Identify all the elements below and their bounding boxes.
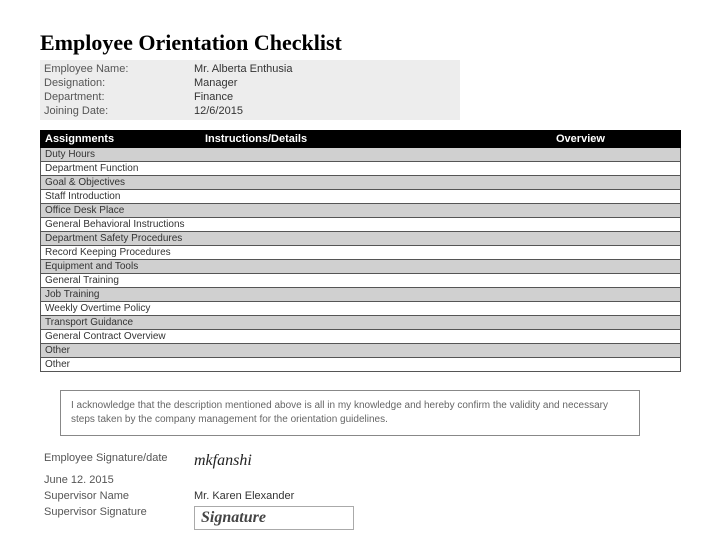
overview-cell [556,261,676,272]
assignment-cell: Department Function [45,163,205,174]
employee-info-block: Employee Name: Mr. Alberta Enthusia Desi… [40,60,460,120]
checklist-row: Record Keeping Procedures [40,246,681,260]
checklist-row: Other [40,358,681,372]
checklist-row: Department Function [40,162,681,176]
instructions-cell [205,163,556,174]
sig-row-employee: Employee Signature/date mkfanshi [40,450,681,472]
assignment-cell: Staff Introduction [45,191,205,202]
supervisor-name: Mr. Karen Elexander [194,490,294,502]
assignment-cell: Duty Hours [45,149,205,160]
sig-label: Supervisor Name [44,490,194,502]
instructions-cell [205,345,556,356]
overview-cell [556,303,676,314]
checklist-body: Duty Hours Department Function Goal & Obje… [40,148,681,372]
col-assignments: Assignments [45,133,205,145]
checklist-row: Other [40,344,681,358]
instructions-cell [205,149,556,160]
info-row-joining-date: Joining Date: 12/6/2015 [40,104,460,118]
employee-signature: mkfanshi [194,452,252,470]
info-row-designation: Designation: Manager [40,76,460,90]
checklist-row: Equipment and Tools [40,260,681,274]
instructions-cell [205,247,556,258]
assignment-cell: Goal & Objectives [45,177,205,188]
instructions-cell [205,219,556,230]
info-label: Department: [44,91,194,103]
col-instructions: Instructions/Details [205,133,556,145]
checklist-row: Job Training [40,288,681,302]
overview-cell [556,191,676,202]
overview-cell [556,247,676,258]
info-label: Employee Name: [44,63,194,75]
info-value: 12/6/2015 [194,105,243,117]
checklist-row: General Contract Overview [40,330,681,344]
col-overview: Overview [556,133,676,145]
signature-box: Signature [194,506,354,530]
signature-placeholder: Signature [201,509,266,527]
overview-cell [556,331,676,342]
checklist-row: General Behavioral Instructions [40,218,681,232]
checklist-header: Assignments Instructions/Details Overvie… [40,130,681,148]
instructions-cell [205,233,556,244]
instructions-cell [205,275,556,286]
overview-cell [556,289,676,300]
info-value: Mr. Alberta Enthusia [194,63,292,75]
assignment-cell: General Training [45,275,205,286]
checklist-row: Goal & Objectives [40,176,681,190]
checklist-row: Weekly Overtime Policy [40,302,681,316]
info-row-name: Employee Name: Mr. Alberta Enthusia [40,62,460,76]
instructions-cell [205,317,556,328]
sig-label: Employee Signature/date [44,452,194,470]
instructions-cell [205,261,556,272]
info-row-department: Department: Finance [40,90,460,104]
sig-row-supervisor-sig: Supervisor Signature Signature [40,504,681,532]
overview-cell [556,177,676,188]
assignment-cell: Other [45,359,205,370]
checklist-row: Transport Guidance [40,316,681,330]
sig-row-date: June 12. 2015 [40,472,681,488]
instructions-cell [205,303,556,314]
checklist-row: Duty Hours [40,148,681,162]
instructions-cell [205,191,556,202]
overview-cell [556,163,676,174]
checklist-row: Staff Introduction [40,190,681,204]
assignment-cell: Record Keeping Procedures [45,247,205,258]
assignment-cell: Job Training [45,289,205,300]
overview-cell [556,345,676,356]
info-label: Designation: [44,77,194,89]
checklist-row: Department Safety Procedures [40,232,681,246]
signature-area: Employee Signature/date mkfanshi June 12… [40,450,681,532]
checklist-row: General Training [40,274,681,288]
instructions-cell [205,289,556,300]
overview-cell [556,205,676,216]
instructions-cell [205,205,556,216]
overview-cell [556,275,676,286]
instructions-cell [205,331,556,342]
assignment-cell: Office Desk Place [45,205,205,216]
assignment-cell: Weekly Overtime Policy [45,303,205,314]
instructions-cell [205,177,556,188]
assignment-cell: Other [45,345,205,356]
overview-cell [556,233,676,244]
page-title: Employee Orientation Checklist [40,30,681,56]
instructions-cell [205,359,556,370]
assignment-cell: Department Safety Procedures [45,233,205,244]
assignment-cell: General Contract Overview [45,331,205,342]
overview-cell [556,219,676,230]
assignment-cell: General Behavioral Instructions [45,219,205,230]
info-value: Finance [194,91,233,103]
sig-date: June 12. 2015 [44,474,194,486]
info-label: Joining Date: [44,105,194,117]
overview-cell [556,359,676,370]
overview-cell [556,149,676,160]
acknowledgement-box: I acknowledge that the description menti… [60,390,640,436]
sig-row-supervisor-name: Supervisor Name Mr. Karen Elexander [40,488,681,504]
assignment-cell: Equipment and Tools [45,261,205,272]
checklist-row: Office Desk Place [40,204,681,218]
assignment-cell: Transport Guidance [45,317,205,328]
sig-label: Supervisor Signature [44,506,194,530]
overview-cell [556,317,676,328]
info-value: Manager [194,77,237,89]
supervisor-signature-box: Signature [194,506,354,530]
